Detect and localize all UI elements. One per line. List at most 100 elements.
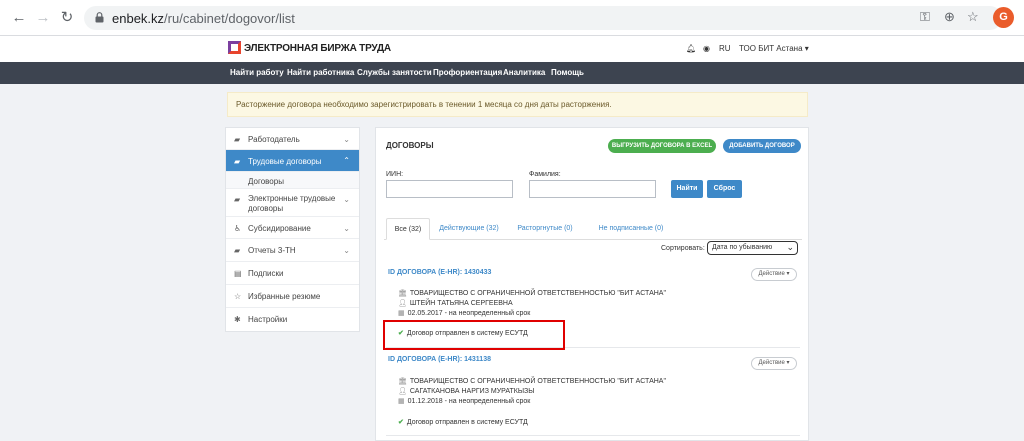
person-text: ШТЕЙН ТАТЬЯНА СЕРГЕЕВНА [409, 300, 513, 307]
eye-icon[interactable]: ◉ [703, 44, 710, 53]
zoom-icon[interactable]: ⊕ [944, 9, 955, 25]
sidebar-item-reports[interactable]: ▰ Отчеты 3-ТН ⌄ [226, 239, 359, 262]
profile-avatar[interactable]: G [993, 7, 1014, 28]
export-excel-button[interactable]: ВЫГРУЗИТЬ ДОГОВОРА В EXCEL [608, 139, 716, 153]
contract-actions-button[interactable]: Действие ▾ [751, 268, 797, 281]
bank-icon: 🏛︎ [398, 378, 407, 385]
nav-find-job[interactable]: Найти работу [230, 68, 284, 77]
sidebar-item-favorites[interactable]: ☆ Избранные резюме [226, 285, 359, 308]
nav-employment-services[interactable]: Службы занятости [357, 68, 432, 77]
language-selector[interactable]: RU [719, 44, 731, 53]
sidebar-item-labor-contracts[interactable]: ▰ Трудовые договоры ⌃ [226, 150, 359, 172]
date-text: 02.05.2017 - на неопределенный срок [407, 310, 531, 317]
calendar-icon: ▦ [398, 310, 405, 317]
person-text: САГАТКАНОВА НАРГИЗ МУРАТКЫЗЫ [409, 388, 535, 395]
contracts-panel: ДОГОВОРЫ ВЫГРУЗИТЬ ДОГОВОРА В EXCEL ДОБА… [375, 127, 809, 441]
contract-company: 🏛︎ ТОВАРИЩЕСТВО С ОГРАНИЧЕННОЙ ОТВЕТСТВЕН… [398, 377, 666, 385]
gear-icon: ✱ [234, 315, 241, 324]
surname-label: Фамилия: [529, 171, 561, 178]
find-button[interactable]: Найти [671, 180, 703, 198]
sidebar-item-label: Работодатель [248, 135, 300, 144]
calendar-icon: ▦ [398, 398, 405, 405]
contract-id-link[interactable]: ID ДОГОВОРА (Е-HR): 1430433 [388, 269, 491, 276]
contract-actions-button[interactable]: Действие ▾ [751, 357, 797, 370]
page-title: ДОГОВОРЫ [386, 141, 434, 150]
contract-person: 👤︎ ШТЕЙН ТАТЬЯНА СЕРГЕЕВНА [398, 299, 513, 307]
sidebar-item-label: Договоры [248, 177, 284, 186]
sidebar-item-settings[interactable]: ✱ Настройки [226, 308, 359, 331]
nav-help[interactable]: Помощь [551, 68, 584, 77]
chevron-down-icon: ⌄ [786, 242, 794, 252]
sidebar-item-label: Субсидирование [248, 224, 311, 233]
bank-icon: 🏛︎ [398, 290, 407, 297]
actions-label: Действие [758, 271, 785, 277]
sidebar-item-subsidies[interactable]: ♿︎ Субсидирование ⌄ [226, 217, 359, 239]
bookmark-star-icon[interactable]: ☆ [967, 9, 979, 25]
caret-down-icon: ▾ [804, 44, 809, 53]
company-name: ТОО БИТ Астана [739, 44, 803, 53]
reset-button[interactable]: Сброс [707, 180, 742, 198]
chevron-down-icon: ⌄ [343, 195, 350, 204]
iin-input[interactable] [386, 180, 513, 198]
contract-date: ▦ 02.05.2017 - на неопределенный срок [398, 309, 530, 317]
highlight-annotation [383, 320, 565, 350]
sidebar-item-subscriptions[interactable]: ▤ Подписки [226, 262, 359, 285]
nav-find-worker[interactable]: Найти работника [287, 68, 354, 77]
add-contract-button[interactable]: ДОБАВИТЬ ДОГОВОР [723, 139, 801, 153]
sort-select[interactable]: Дата по убыванию ⌄ [707, 241, 798, 255]
site-header: ЭЛЕКТРОННАЯ БИРЖА ТРУДА 🔔︎ ◉ RU ТОО БИТ … [0, 36, 1024, 62]
sidebar-item-electronic-contracts[interactable]: ▰ Электронные трудовые договоры ⌄ [226, 189, 359, 217]
lock-icon [95, 12, 104, 23]
back-arrow-icon[interactable]: ← [10, 9, 28, 27]
tab-unsigned[interactable]: Не подписанные (0) [588, 218, 674, 240]
star-icon: ☆ [234, 292, 242, 301]
status-text: Договор отправлен в систему ЕСУТД [406, 419, 528, 426]
company-text: ТОВАРИЩЕСТВО С ОГРАНИЧЕННОЙ ОТВЕТСТВЕННО… [409, 378, 666, 385]
chevron-down-icon: ⌄ [343, 246, 350, 255]
contract-date: ▦ 01.12.2018 - на неопределенный срок [398, 397, 530, 405]
sidebar-item-label: Отчеты 3-ТН [248, 246, 296, 255]
sidebar-item-employer[interactable]: ▰ Работодатель ⌄ [226, 128, 359, 150]
briefcase-icon: ▰ [234, 195, 241, 204]
chevron-down-icon: ⌄ [343, 135, 350, 144]
forward-arrow-icon[interactable]: → [34, 9, 52, 27]
logo-text[interactable]: ЭЛЕКТРОННАЯ БИРЖА ТРУДА [244, 43, 391, 54]
chevron-down-icon: ⌄ [343, 224, 350, 233]
sort-label: Сортировать: [661, 245, 705, 252]
sidebar-item-label: Электронные трудовые [248, 194, 336, 203]
key-icon[interactable]: ⚿ [920, 9, 930, 25]
main-navigation: Найти работу Найти работника Службы заня… [0, 62, 1024, 84]
browser-toolbar: ← → ↻ enbek.kz/ru/cabinet/dogovor/list ⚿… [0, 0, 1024, 36]
sidebar-subitem-contracts[interactable]: Договоры [226, 172, 359, 189]
contract-id-link[interactable]: ID ДОГОВОРА (Е-HR): 1431138 [388, 356, 491, 363]
briefcase-icon: ▰ [234, 157, 241, 166]
nav-career-guidance[interactable]: Профориентация [433, 68, 502, 77]
notice-banner: Расторжение договора необходимо зарегист… [227, 92, 808, 117]
briefcase-icon: ▰ [234, 246, 241, 255]
divider [386, 435, 800, 436]
check-icon: ✔ [398, 419, 404, 426]
chevron-up-icon: ⌃ [343, 156, 350, 165]
sidebar-item-label: Настройки [248, 315, 288, 324]
surname-input[interactable] [529, 180, 656, 198]
contract-person: 👤︎ САГАТКАНОВА НАРГИЗ МУРАТКЫЗЫ [398, 387, 534, 395]
contract-tabs: Все (32) Действующие (32) Расторгнутые (… [384, 218, 802, 240]
briefcase-icon: ▰ [234, 135, 241, 144]
contract-company: 🏛︎ ТОВАРИЩЕСТВО С ОГРАНИЧЕННОЙ ОТВЕТСТВЕН… [398, 289, 666, 297]
sort-value: Дата по убыванию [712, 244, 773, 251]
company-menu[interactable]: ТОО БИТ Астана ▾ [739, 44, 809, 53]
iin-label: ИИН: [386, 171, 404, 178]
date-text: 01.12.2018 - на неопределенный срок [407, 398, 531, 405]
actions-label: Действие [758, 360, 785, 366]
nav-analytics[interactable]: Аналитика [503, 68, 545, 77]
bell-icon[interactable]: 🔔︎ [686, 44, 696, 53]
sidebar: ▰ Работодатель ⌄ ▰ Трудовые договоры ⌃ Д… [225, 127, 360, 332]
tab-active-contracts[interactable]: Действующие (32) [434, 218, 504, 240]
reload-icon[interactable]: ↻ [58, 9, 76, 27]
contract-status: ✔ Договор отправлен в систему ЕСУТД [398, 418, 528, 426]
tab-terminated[interactable]: Расторгнутые (0) [510, 218, 580, 240]
company-text: ТОВАРИЩЕСТВО С ОГРАНИЧЕННОЙ ОТВЕТСТВЕННО… [409, 290, 666, 297]
sidebar-item-label: Трудовые договоры [248, 157, 322, 166]
tab-all[interactable]: Все (32) [386, 218, 430, 240]
logo-icon[interactable] [228, 41, 241, 54]
